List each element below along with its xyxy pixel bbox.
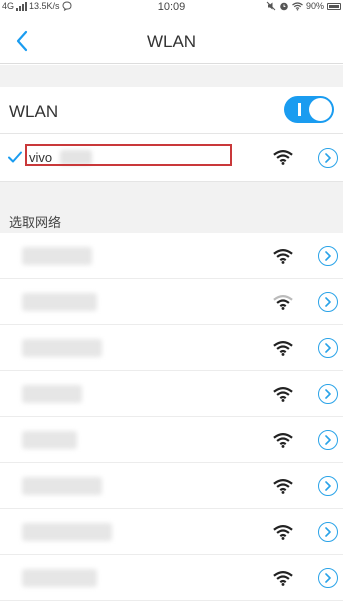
status-right: 90% — [266, 1, 341, 11]
redacted-name — [22, 477, 102, 495]
network-details-button[interactable] — [318, 246, 338, 266]
wifi-icon — [292, 1, 303, 11]
network-row[interactable] — [0, 463, 343, 509]
networks-section-title: 选取网络 — [9, 215, 62, 230]
wlan-toggle-switch[interactable] — [284, 96, 334, 123]
wlan-toggle-row: WLAN — [0, 88, 343, 134]
wifi-icon — [273, 341, 293, 356]
battery-level: 90% — [305, 1, 324, 11]
network-details-button[interactable] — [318, 568, 338, 588]
wifi-icon — [273, 571, 293, 586]
redacted-name — [22, 247, 92, 265]
status-bar: 4G 13.5K/s 10:09 90% — [0, 0, 343, 16]
chevron-right-circle-icon — [325, 251, 331, 261]
network-details-button[interactable] — [318, 476, 338, 496]
network-row[interactable] — [0, 417, 343, 463]
chevron-right-circle-icon — [325, 481, 331, 491]
network-details-button[interactable] — [318, 384, 338, 404]
network-details-button[interactable] — [318, 292, 338, 312]
redacted-name — [22, 569, 97, 587]
network-details-button[interactable] — [318, 430, 338, 450]
wifi-icon — [273, 479, 293, 494]
network-list — [0, 233, 343, 601]
checkmark-icon — [8, 151, 22, 163]
chevron-right-circle-icon — [325, 435, 331, 445]
redacted-name — [22, 385, 82, 403]
network-row[interactable] — [0, 279, 343, 325]
wifi-icon — [273, 433, 293, 448]
spacer — [0, 65, 343, 87]
toggle-on-indicator — [298, 103, 301, 116]
page-title: WLAN — [146, 32, 197, 51]
redacted-name — [22, 293, 97, 311]
wifi-icon — [273, 525, 293, 540]
wifi-icon — [273, 150, 293, 165]
toggle-knob — [309, 98, 332, 121]
highlight-annotation-box — [25, 144, 232, 166]
chevron-right-circle-icon — [325, 389, 331, 399]
network-row[interactable] — [0, 233, 343, 279]
header: WLAN — [0, 18, 343, 64]
wlan-label: WLAN — [9, 102, 59, 121]
redacted-name — [22, 523, 112, 541]
network-details-button[interactable] — [318, 522, 338, 542]
networks-section-header: 选取网络 — [0, 181, 343, 233]
chevron-right-circle-icon — [325, 343, 331, 353]
battery-icon — [327, 2, 341, 10]
redacted-name — [22, 431, 77, 449]
network-row[interactable] — [0, 325, 343, 371]
network-row[interactable] — [0, 371, 343, 417]
chevron-right-circle-icon — [325, 297, 331, 307]
chevron-right-circle-icon — [325, 527, 331, 537]
wifi-icon — [273, 249, 293, 264]
chevron-right-circle-icon — [325, 573, 331, 583]
network-row[interactable] — [0, 509, 343, 555]
redacted-name — [22, 339, 102, 357]
mute-icon — [266, 1, 276, 11]
network-details-button[interactable] — [318, 338, 338, 358]
wifi-icon — [273, 295, 293, 310]
connected-network-row[interactable]: vivo — [0, 135, 343, 180]
network-details-button[interactable] — [318, 148, 338, 168]
chevron-right-circle-icon — [325, 153, 331, 163]
alarm-icon — [280, 2, 288, 11]
wifi-icon — [273, 387, 293, 402]
network-row[interactable] — [0, 555, 343, 601]
